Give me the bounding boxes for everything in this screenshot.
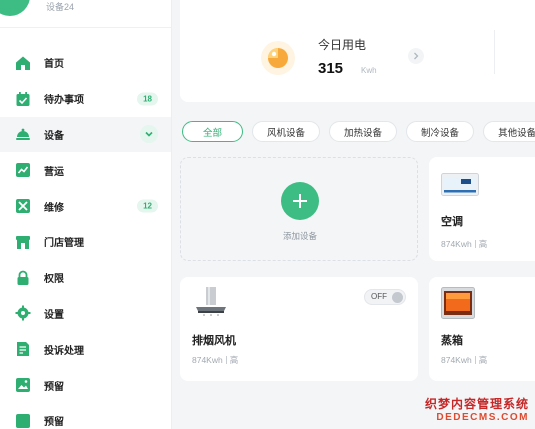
sidebar-item-permission[interactable]: 权限 <box>0 260 171 296</box>
lock-icon <box>14 269 32 287</box>
sidebar-item-repair[interactable]: 维修 12 <box>0 188 171 224</box>
todo-count-badge: 18 <box>137 92 158 106</box>
image-icon <box>14 376 32 394</box>
device-category-tabs: 全部 风机设备 加热设备 制冷设备 其他设备 <box>182 121 535 143</box>
sidebar-item-operation[interactable]: 营运 <box>0 152 171 188</box>
complaint-icon <box>14 340 32 358</box>
avatar[interactable] <box>0 0 30 16</box>
store-icon <box>14 233 32 251</box>
toggle-label: OFF <box>371 292 387 301</box>
divider <box>474 240 476 248</box>
home-icon <box>14 54 32 72</box>
sidebar: 设备24 首页 待办事项 18 设备 营运 维修 12 门店管理 权限 设置 投… <box>0 0 172 429</box>
range-hood-icon <box>196 287 226 316</box>
air-conditioner-icon <box>441 173 479 196</box>
repair-count-badge: 12 <box>137 199 158 213</box>
chevron-right-icon <box>414 52 419 60</box>
divider <box>474 356 476 364</box>
plus-icon <box>293 194 307 208</box>
watermark-en: DEDECMS.COM <box>436 412 529 423</box>
device-card-steam-oven[interactable]: 蒸箱 874Kwh 高 <box>429 277 535 381</box>
sidebar-item-reserved-2[interactable]: 预留 <box>0 403 171 429</box>
device-card-air-conditioner[interactable]: 空调 874Kwh 高 <box>429 157 535 261</box>
device-power-toggle[interactable]: OFF <box>364 289 406 305</box>
sidebar-item-label: 首页 <box>44 59 64 71</box>
main-content: 今日用电 315 Kwh 全部 风机设备 加热设备 制冷设备 其他设备 添加设备… <box>172 0 535 429</box>
device-name: 空调 <box>441 216 463 228</box>
energy-summary-card: 今日用电 315 Kwh <box>180 0 535 102</box>
chart-line-icon <box>14 161 32 179</box>
sidebar-nav: 首页 待办事项 18 设备 营运 维修 12 门店管理 权限 设置 投诉处理 预… <box>0 45 171 429</box>
partial-icon <box>14 412 32 429</box>
watermark: 织梦内容管理系统 DEDECMS.COM <box>425 395 529 423</box>
bell-device-icon <box>14 125 32 143</box>
device-level: 高 <box>229 355 239 365</box>
add-device-button[interactable] <box>281 182 319 220</box>
add-device-label: 添加设备 <box>282 231 317 241</box>
sidebar-item-label: 设备 <box>44 130 64 142</box>
tab-cooling-devices[interactable]: 制冷设备 <box>406 121 475 142</box>
device-name: 蒸箱 <box>441 335 463 347</box>
energy-sun-icon <box>261 41 295 75</box>
device-meta: 874Kwh 高 <box>441 354 487 366</box>
sidebar-item-label: 投诉处理 <box>44 345 84 357</box>
divider <box>494 30 495 74</box>
profile-subtitle: 设备24 <box>46 2 75 12</box>
gear-icon <box>14 304 32 322</box>
device-level: 高 <box>478 239 488 249</box>
chevron-down-icon[interactable] <box>140 125 158 144</box>
device-power: 874Kwh <box>441 239 472 249</box>
sidebar-item-label: 待办事项 <box>44 95 84 107</box>
user-profile[interactable]: 设备24 <box>0 0 171 26</box>
energy-value: 315 <box>318 60 344 77</box>
divider <box>225 356 227 364</box>
device-meta: 874Kwh 高 <box>441 238 487 250</box>
sidebar-item-label: 维修 <box>44 202 64 214</box>
sidebar-item-label: 门店管理 <box>44 238 84 250</box>
sidebar-item-store[interactable]: 门店管理 <box>0 224 171 260</box>
toggle-knob <box>392 292 403 303</box>
tab-fan-devices[interactable]: 风机设备 <box>252 121 321 142</box>
energy-title: 今日用电 <box>318 38 367 52</box>
calendar-check-icon <box>14 90 32 108</box>
tab-other-devices[interactable]: 其他设备 <box>483 121 535 142</box>
steam-oven-icon <box>441 287 475 319</box>
tools-icon <box>14 197 32 215</box>
energy-unit: Kwh <box>361 66 377 75</box>
device-level: 高 <box>478 355 488 365</box>
watermark-cn: 织梦内容管理系统 <box>424 397 529 411</box>
tab-all[interactable]: 全部 <box>182 121 244 142</box>
device-power: 874Kwh <box>441 355 472 365</box>
device-card-range-hood[interactable]: OFF 排烟风机 874Kwh 高 <box>180 277 418 381</box>
sidebar-item-device[interactable]: 设备 <box>0 116 171 153</box>
sidebar-item-settings[interactable]: 设置 <box>0 296 171 332</box>
sidebar-item-label: 预留 <box>44 381 64 393</box>
tab-heating-devices[interactable]: 加热设备 <box>329 121 398 142</box>
device-name: 排烟风机 <box>192 335 236 347</box>
sidebar-item-label: 营运 <box>44 166 64 178</box>
device-power: 874Kwh <box>192 355 223 365</box>
sidebar-item-todo[interactable]: 待办事项 18 <box>0 81 171 117</box>
sidebar-item-reserved[interactable]: 预留 <box>0 367 171 403</box>
sidebar-item-label: 权限 <box>44 274 64 286</box>
add-device-card[interactable]: 添加设备 <box>180 157 418 261</box>
device-meta: 874Kwh 高 <box>192 354 238 366</box>
sidebar-item-label: 预留 <box>44 417 64 429</box>
energy-detail-button[interactable] <box>408 48 424 64</box>
sidebar-item-complaint[interactable]: 投诉处理 <box>0 331 171 367</box>
sidebar-item-home[interactable]: 首页 <box>0 45 171 81</box>
divider <box>0 27 171 28</box>
sidebar-item-label: 设置 <box>44 309 64 321</box>
